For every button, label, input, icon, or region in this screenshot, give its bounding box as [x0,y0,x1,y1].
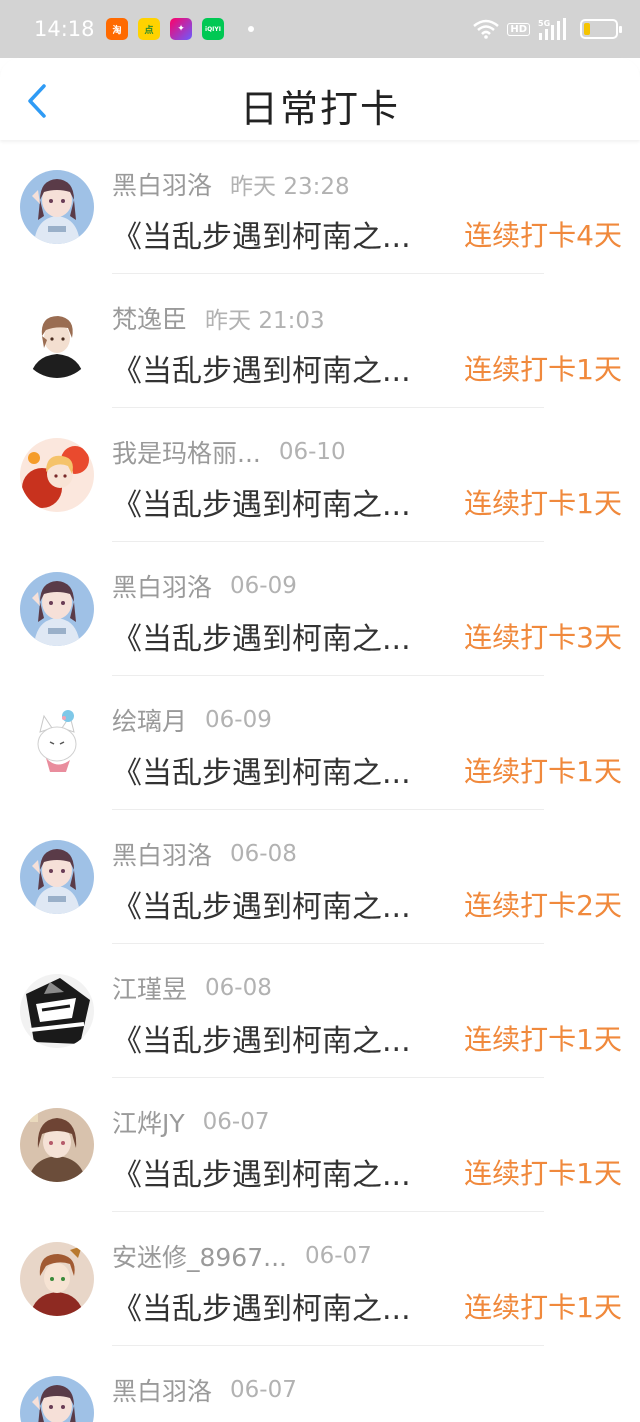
checkin-meta: 江烨JY 06-07 [112,1104,270,1140]
avatar[interactable] [20,1376,94,1422]
user-name[interactable]: 江瑾昱 [112,970,187,1006]
status-bar: 14:18 淘 点 ✦ iQIYI HD 5G [0,0,640,58]
avatar[interactable] [20,706,94,780]
book-title[interactable]: 《当乱步遇到柯南之... [112,1284,442,1328]
streak-count: 连续打卡1天 [464,755,622,788]
avatar[interactable] [20,1108,94,1182]
user-name[interactable]: 我是玛格丽... [112,434,261,470]
checkin-list: 黑白羽洛 昨天 23:28 《当乱步遇到柯南之... 连续打卡4天 梵逸臣 昨天 21:… [0,140,640,1422]
book-title[interactable]: 《当乱步遇到柯南之... [112,748,442,792]
avatar[interactable] [20,438,94,512]
wifi-icon [473,19,500,39]
checkin-meta: 黑白羽洛 06-07 [112,1372,297,1408]
avatar[interactable] [20,840,94,914]
checkin-list-item[interactable]: 黑白羽洛 06-08 《当乱步遇到柯南之... 连续打卡2天 [0,810,640,944]
checkin-content: 《当乱步遇到柯南之...连续打卡1天 [112,1418,622,1422]
page-title: 日常打卡 [239,87,400,131]
iqiyi-icon: iQIYI [202,18,224,40]
checkin-meta: 黑白羽洛 昨天 23:28 [112,166,350,202]
status-time: 14:18 [34,17,95,41]
signal-icon: 5G [538,18,566,40]
checkin-list-item[interactable]: 江瑾昱 06-08 《当乱步遇到柯南之... 连续打卡1天 [0,944,640,1078]
checkin-list-item[interactable]: 我是玛格丽... 06-10 《当乱步遇到柯南之... 连续打卡1天 [0,408,640,542]
book-title[interactable]: 《当乱步遇到柯南之... [112,614,442,658]
checkin-meta: 安迷修_8967... 06-07 [112,1238,372,1274]
checkin-content: 《当乱步遇到柯南之... 连续打卡3天 [112,614,622,658]
checkin-content: 《当乱步遇到柯南之... 连续打卡1天 [112,1284,622,1328]
notification-app-icons: 淘 点 ✦ iQIYI [106,18,254,40]
user-name[interactable]: 绘璃月 [112,702,187,738]
checkin-content: 《当乱步遇到柯南之... 连续打卡1天 [112,1016,622,1060]
book-title[interactable]: 《当乱步遇到柯南之... [112,480,442,524]
checkin-list-item[interactable]: 梵逸臣 昨天 21:03 《当乱步遇到柯南之... 连续打卡1天 [0,274,640,408]
checkin-list-item[interactable]: 黑白羽洛 昨天 23:28 《当乱步遇到柯南之... 连续打卡4天 [0,140,640,274]
streak-count: 连续打卡3天 [464,621,622,654]
book-title[interactable]: 《当乱步遇到柯南之... [112,882,442,926]
header-bar: 日常打卡 [0,58,640,140]
book-title[interactable]: 《当乱步遇到柯南之... [112,1418,442,1422]
streak-count: 连续打卡1天 [464,487,622,520]
checkin-time: 06-07 [230,1377,297,1403]
checkin-time: 昨天 23:28 [230,174,350,200]
status-indicators: HD 5G [473,18,622,40]
taobao-icon: 淘 [106,18,128,40]
checkin-time: 06-07 [304,1243,372,1269]
checkin-time: 昨天 21:03 [205,308,325,334]
checkin-meta: 梵逸臣 昨天 21:03 [112,300,325,336]
checkin-list-item[interactable]: 黑白羽洛 06-09 《当乱步遇到柯南之... 连续打卡3天 [0,542,640,676]
book-title[interactable]: 《当乱步遇到柯南之... [112,1150,442,1194]
hd-badge: HD [507,22,530,36]
user-name[interactable]: 黑白羽洛 [112,836,212,872]
avatar[interactable] [20,974,94,1048]
checkin-list-item[interactable]: 安迷修_8967... 06-07 《当乱步遇到柯南之... 连续打卡1天 [0,1212,640,1346]
shortcut-app-icon: ✦ [170,18,192,40]
user-name[interactable]: 黑白羽洛 [112,166,212,202]
avatar[interactable] [20,572,94,646]
book-title[interactable]: 《当乱步遇到柯南之... [112,346,442,390]
streak-count: 连续打卡4天 [464,219,622,252]
checkin-time: 06-09 [230,573,297,599]
avatar[interactable] [20,304,94,378]
checkin-content: 《当乱步遇到柯南之... 连续打卡1天 [112,748,622,792]
checkin-time: 06-09 [205,707,272,733]
checkin-time: 06-08 [205,975,272,1001]
checkin-content: 《当乱步遇到柯南之... 连续打卡4天 [112,212,622,256]
checkin-time: 06-10 [278,439,346,465]
streak-count: 连续打卡1天 [464,1157,622,1190]
checkin-meta: 江瑾昱 06-08 [112,970,272,1006]
streak-count: 连续打卡2天 [464,889,622,922]
checkin-meta: 黑白羽洛 06-08 [112,836,297,872]
checkin-content: 《当乱步遇到柯南之... 连续打卡1天 [112,1150,622,1194]
checkin-time: 06-07 [202,1109,270,1135]
checkin-list-item[interactable]: 江烨JY 06-07 《当乱步遇到柯南之... 连续打卡1天 [0,1078,640,1212]
checkin-meta: 绘璃月 06-09 [112,702,272,738]
user-name[interactable]: 黑白羽洛 [112,568,212,604]
checkin-list-item[interactable]: 绘璃月 06-09 《当乱步遇到柯南之... 连续打卡1天 [0,676,640,810]
avatar[interactable] [20,1242,94,1316]
checkin-content: 《当乱步遇到柯南之... 连续打卡1天 [112,480,622,524]
user-name[interactable]: 江烨JY [112,1104,185,1140]
user-name[interactable]: 黑白羽洛 [112,1372,212,1408]
checkin-meta: 黑白羽洛 06-09 [112,568,297,604]
user-name[interactable]: 梵逸臣 [112,300,187,336]
book-title[interactable]: 《当乱步遇到柯南之... [112,212,442,256]
streak-count: 连续打卡1天 [464,353,622,386]
checkin-content: 《当乱步遇到柯南之... 连续打卡1天 [112,346,622,390]
checkin-list-item[interactable]: 黑白羽洛 06-07 《当乱步遇到柯南之...连续打卡1天 [0,1346,640,1422]
checkin-meta: 我是玛格丽... 06-10 [112,434,346,470]
battery-level [584,23,590,35]
streak-count: 连续打卡1天 [464,1023,622,1056]
svg-text:5G: 5G [538,19,550,28]
book-title[interactable]: 《当乱步遇到柯南之... [112,1016,442,1060]
checkin-time: 06-08 [230,841,297,867]
dianping-icon: 点 [138,18,160,40]
streak-count: 连续打卡1天 [464,1291,622,1324]
battery-icon [580,19,622,39]
avatar[interactable] [20,170,94,244]
more-notifications-dot-icon [248,26,254,32]
user-name[interactable]: 安迷修_8967... [112,1238,287,1274]
checkin-content: 《当乱步遇到柯南之... 连续打卡2天 [112,882,622,926]
